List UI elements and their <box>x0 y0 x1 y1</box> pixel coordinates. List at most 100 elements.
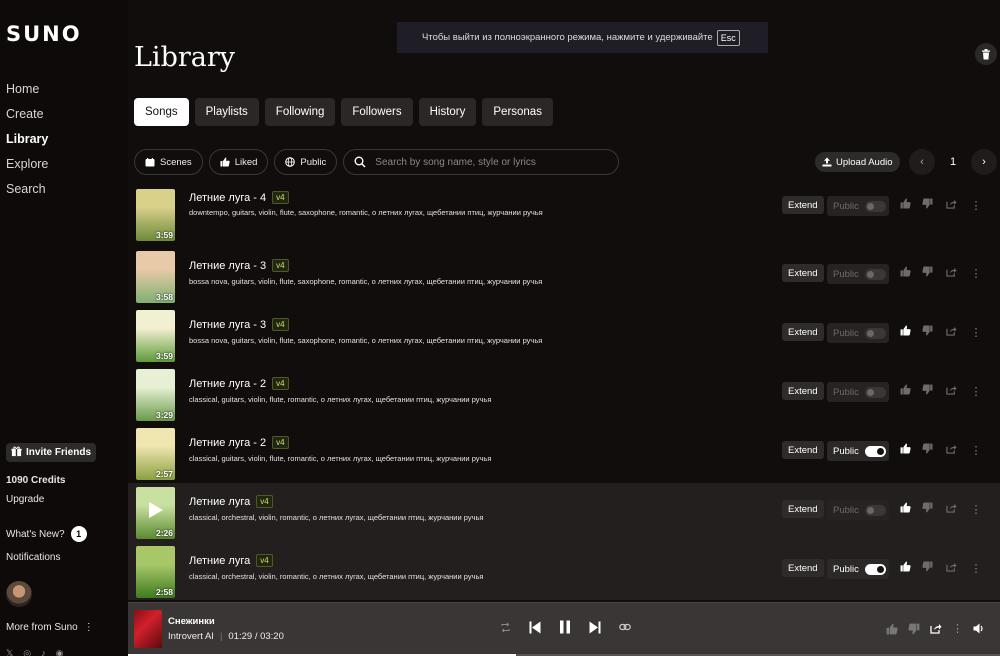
whats-new-link[interactable]: What's New? 1 <box>6 526 87 542</box>
pause-icon[interactable] <box>559 620 571 634</box>
song-title[interactable]: Летние луга - 3 v4 <box>189 318 289 331</box>
song-cover[interactable]: 2:57 <box>136 428 175 480</box>
like-button[interactable] <box>898 384 912 398</box>
like-button[interactable] <box>898 561 912 575</box>
dislike-button[interactable] <box>920 502 934 516</box>
dislike-button[interactable] <box>920 561 934 575</box>
song-menu-button[interactable]: ⋮ <box>969 502 983 516</box>
play-icon[interactable] <box>148 501 164 519</box>
public-toggle[interactable]: Public <box>827 559 889 579</box>
prev-page-button[interactable]: ‹ <box>909 149 935 175</box>
public-toggle[interactable]: Public <box>827 264 889 284</box>
volume-icon[interactable] <box>973 623 985 634</box>
song-cover[interactable]: 3:59 <box>136 310 175 362</box>
upload-audio-button[interactable]: Upload Audio <box>815 152 900 172</box>
next-page-button[interactable]: › <box>971 149 997 175</box>
song-row[interactable]: 3:59 Летние луга - 3 v4 bossa nova, guit… <box>128 306 1000 365</box>
song-tags[interactable]: classical, guitars, violin, flute, roman… <box>189 454 491 463</box>
liked-filter[interactable]: Liked <box>208 149 269 175</box>
scenes-filter[interactable]: Scenes <box>134 149 203 175</box>
suno-logo[interactable]: SUNO <box>6 22 82 46</box>
dislike-button[interactable] <box>920 325 934 339</box>
thumbs-down-icon[interactable] <box>908 623 920 635</box>
nav-library[interactable]: Library <box>6 132 48 157</box>
song-row[interactable]: 3:59 Летние луга - 4 v4 downtempo, guita… <box>128 188 1000 247</box>
song-title[interactable]: Летние луга - 4 v4 <box>189 191 289 204</box>
song-title[interactable]: Летние луга - 2 v4 <box>189 377 289 390</box>
song-tags[interactable]: bossa nova, guitars, violin, flute, saxo… <box>189 336 542 345</box>
share-button[interactable] <box>944 502 958 516</box>
song-row[interactable]: 2:58 Летние луга v4 classical, orchestra… <box>128 542 1000 600</box>
previous-icon[interactable] <box>529 621 541 634</box>
x-icon[interactable]: 𝕏 <box>6 648 13 656</box>
upgrade-link[interactable]: Upgrade <box>6 494 44 505</box>
song-cover[interactable]: 3:29 <box>136 369 175 421</box>
tab-following[interactable]: Following <box>264 98 336 126</box>
song-title[interactable]: Летние луга v4 <box>189 495 273 508</box>
tab-playlists[interactable]: Playlists <box>194 98 259 126</box>
song-menu-button[interactable]: ⋮ <box>969 443 983 457</box>
share-button[interactable] <box>944 561 958 575</box>
next-icon[interactable] <box>589 621 601 634</box>
song-tags[interactable]: classical, orchestral, violin, romantic,… <box>189 572 483 581</box>
share-button[interactable] <box>944 325 958 339</box>
instagram-icon[interactable]: ◎ <box>23 648 31 656</box>
share-button[interactable] <box>944 384 958 398</box>
tab-followers[interactable]: Followers <box>341 98 413 126</box>
like-button[interactable] <box>898 325 912 339</box>
public-toggle[interactable]: Public <box>827 441 889 461</box>
search-input[interactable] <box>375 156 606 168</box>
song-menu-button[interactable]: ⋮ <box>969 561 983 575</box>
extend-button[interactable]: Extend <box>782 264 824 282</box>
share-button[interactable] <box>944 266 958 280</box>
dislike-button[interactable] <box>920 266 934 280</box>
song-title[interactable]: Летние луга - 3 v4 <box>189 259 289 272</box>
song-menu-button[interactable]: ⋮ <box>969 325 983 339</box>
player-title[interactable]: Снежинки <box>168 616 215 627</box>
tiktok-icon[interactable]: ♪ <box>41 648 46 656</box>
extend-button[interactable]: Extend <box>782 196 824 214</box>
extend-button[interactable]: Extend <box>782 441 824 459</box>
song-menu-button[interactable]: ⋮ <box>969 384 983 398</box>
song-menu-button[interactable]: ⋮ <box>969 266 983 280</box>
trash-button[interactable] <box>975 43 997 65</box>
tab-personas[interactable]: Personas <box>482 98 553 126</box>
nav-explore[interactable]: Explore <box>6 157 48 182</box>
song-title[interactable]: Летние луга - 2 v4 <box>189 436 289 449</box>
share-button[interactable] <box>944 198 958 212</box>
song-row[interactable]: 3:29 Летние луга - 2 v4 classical, guita… <box>128 365 1000 424</box>
dislike-button[interactable] <box>920 198 934 212</box>
dislike-button[interactable] <box>920 443 934 457</box>
song-tags[interactable]: downtempo, guitars, violin, flute, saxop… <box>189 208 543 217</box>
song-row[interactable]: 3:58 Летние луга - 3 v4 bossa nova, guit… <box>128 247 1000 306</box>
song-menu-button[interactable]: ⋮ <box>969 198 983 212</box>
like-button[interactable] <box>898 198 912 212</box>
thumbs-up-icon[interactable] <box>886 623 898 635</box>
nav-home[interactable]: Home <box>6 82 48 107</box>
public-toggle[interactable]: Public <box>827 323 889 343</box>
song-cover[interactable]: 2:26 <box>136 487 175 539</box>
extend-button[interactable]: Extend <box>782 559 824 577</box>
tab-songs[interactable]: Songs <box>134 98 189 126</box>
public-toggle[interactable]: Public <box>827 382 889 402</box>
player-cover[interactable] <box>134 610 162 648</box>
discord-icon[interactable]: ◉ <box>56 648 64 656</box>
like-button[interactable] <box>898 502 912 516</box>
song-cover[interactable]: 3:58 <box>136 251 175 303</box>
song-cover[interactable]: 3:59 <box>136 189 175 241</box>
like-button[interactable] <box>898 266 912 280</box>
extend-button[interactable]: Extend <box>782 323 824 341</box>
share-icon[interactable] <box>930 623 942 634</box>
extend-button[interactable]: Extend <box>782 500 824 518</box>
song-row[interactable]: 2:26 Летние луга v4 classical, orchestra… <box>128 483 1000 542</box>
tab-history[interactable]: History <box>418 98 477 126</box>
notifications-link[interactable]: Notifications <box>6 552 60 563</box>
link-icon[interactable] <box>619 623 631 631</box>
like-button[interactable] <box>898 443 912 457</box>
nav-search[interactable]: Search <box>6 182 48 207</box>
public-filter[interactable]: Public <box>274 149 338 175</box>
song-cover[interactable]: 2:58 <box>136 546 175 598</box>
share-button[interactable] <box>944 443 958 457</box>
nav-create[interactable]: Create <box>6 107 48 132</box>
avatar[interactable] <box>6 581 32 607</box>
